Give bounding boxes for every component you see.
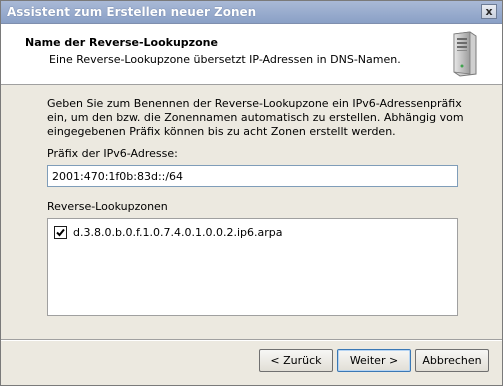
prefix-label: Präfix der IPv6-Adresse: [47,147,178,160]
zones-label: Reverse-Lookupzonen [47,200,168,213]
close-icon: x [485,5,493,18]
wizard-window: Assistent zum Erstellen neuer Zonen x Na… [0,0,503,386]
list-item[interactable]: d.3.8.0.b.0.f.1.0.7.4.0.1.0.0.2.ip6.arpa [54,223,282,241]
title-bar[interactable]: Assistent zum Erstellen neuer Zonen x [1,1,502,24]
server-icon [453,31,477,77]
window-title: Assistent zum Erstellen neuer Zonen [7,5,257,19]
next-button[interactable]: Weiter > [337,349,411,372]
ipv6-prefix-input[interactable]: 2001:470:1f0b:83d::/64 [47,165,458,187]
footer-divider [1,339,502,341]
close-button[interactable]: x [481,4,497,19]
zone-checkbox[interactable] [54,225,67,239]
back-button[interactable]: < Zurück [259,349,333,372]
cancel-button[interactable]: Abbrechen [415,349,489,372]
page-title: Name der Reverse-Lookupzone [25,36,218,49]
reverse-zones-list[interactable]: d.3.8.0.b.0.f.1.0.7.4.0.1.0.0.2.ip6.arpa [47,218,458,316]
instructions-text: Geben Sie zum Benennen der Reverse-Looku… [47,97,464,138]
wizard-header: Name der Reverse-Lookupzone Eine Reverse… [1,24,502,85]
zone-name: d.3.8.0.b.0.f.1.0.7.4.0.1.0.0.2.ip6.arpa [73,225,283,239]
checkmark-icon [56,228,65,236]
page-subtitle: Eine Reverse-Lookupzone übersetzt IP-Adr… [49,53,401,66]
